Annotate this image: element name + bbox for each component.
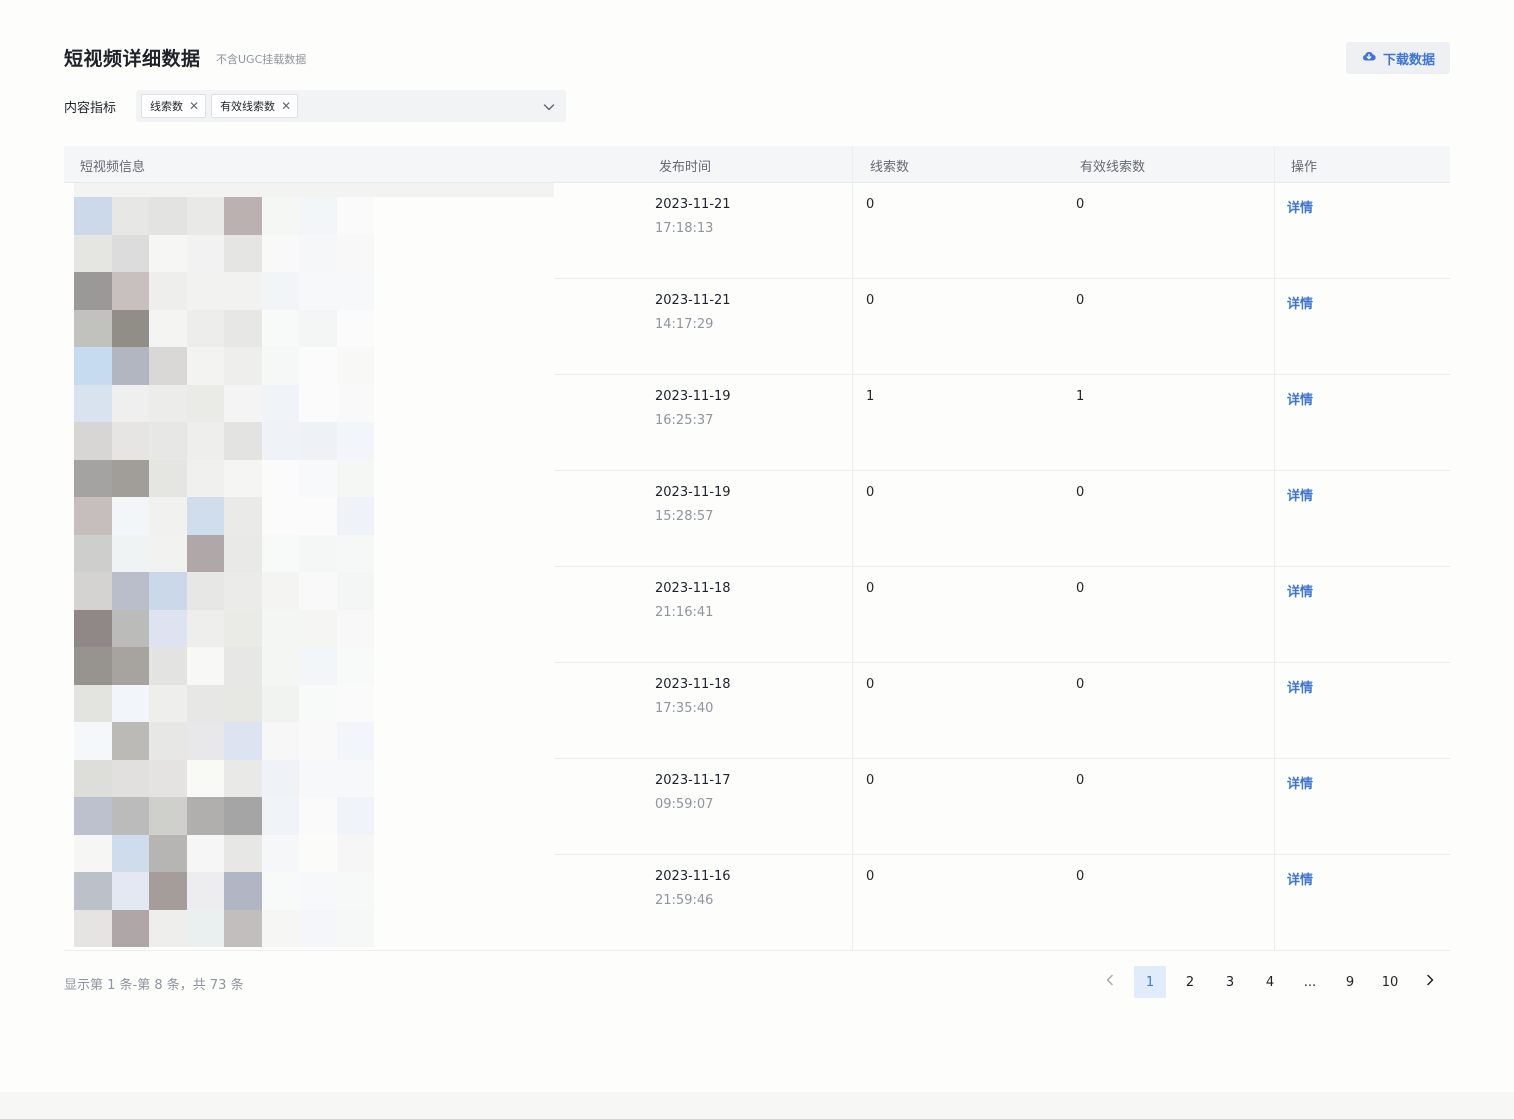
leads-count: 1 [866,389,875,404]
detail-link[interactable]: 详情 [1287,677,1313,696]
publish-date: 2023-11-16 [655,869,731,884]
detail-link[interactable]: 详情 [1287,389,1313,408]
metric-tag: 有效线索数 ✕ [211,94,299,118]
detail-link[interactable]: 详情 [1287,581,1313,600]
metric-tag-label: 有效线索数 [220,100,276,113]
next-page-button[interactable] [1414,966,1446,998]
leads-count: 0 [866,581,875,596]
table-row: 2023-11-21 14:17:29 0 0 详情 [64,279,1450,375]
table-header: 短视频信息 发布时间 线索数 有效线索数 操作 [64,146,1450,183]
publish-date: 2023-11-19 [655,389,731,404]
download-data-button[interactable]: 下载数据 [1346,42,1450,74]
pagination: 1 2 3 4 ... 9 10 [1094,966,1446,998]
table-row: 2023-11-17 09:59:07 0 0 详情 [64,759,1450,855]
valid-leads-count: 0 [1076,677,1085,692]
cloud-download-icon [1361,48,1377,68]
page-button[interactable]: 3 [1214,966,1246,998]
page-ellipsis[interactable]: ... [1294,966,1326,998]
chevron-left-icon [1103,973,1117,991]
page-button[interactable]: 10 [1374,966,1406,998]
page-subtitle: 不含UGC挂载数据 [216,53,307,66]
publish-time: 21:16:41 [655,605,714,620]
column-header-valid-leads: 有效线索数 [1080,160,1146,175]
metric-tag: 线索数 ✕ [141,94,207,118]
column-header-video-info: 短视频信息 [80,160,146,175]
valid-leads-count: 0 [1076,293,1085,308]
table-row: 2023-11-16 21:59:46 0 0 详情 [64,855,1450,951]
leads-count: 0 [866,869,875,884]
publish-date: 2023-11-17 [655,773,731,788]
leads-count: 0 [866,197,875,212]
table-row: 2023-11-19 16:25:37 1 1 详情 [64,375,1450,471]
pagination-summary: 显示第 1 条-第 8 条，共 73 条 [64,978,244,993]
valid-leads-count: 0 [1076,869,1085,884]
valid-leads-count: 1 [1076,389,1085,404]
publish-time: 09:59:07 [655,797,714,812]
table-body: 2023-11-21 17:18:13 0 0 详情 2023-11-21 14… [64,183,1450,951]
column-header-action: 操作 [1291,160,1318,175]
page-button[interactable]: 2 [1174,966,1206,998]
download-data-label: 下载数据 [1382,52,1435,68]
page-title: 短视频详细数据 [64,48,201,70]
publish-time: 15:28:57 [655,509,714,524]
publish-time: 21:59:46 [655,893,714,908]
publish-time: 14:17:29 [655,317,714,332]
close-icon[interactable]: ✕ [281,100,291,112]
detail-link[interactable]: 详情 [1287,293,1313,312]
publish-time: 17:35:40 [655,701,714,716]
video-data-table: 短视频信息 发布时间 线索数 有效线索数 操作 2023-11-21 17:18… [64,146,1450,951]
page-button[interactable]: 9 [1334,966,1366,998]
table-bottom-divider [64,950,1450,951]
publish-time: 17:18:13 [655,221,714,236]
leads-count: 0 [866,485,875,500]
leads-count: 0 [866,773,875,788]
publish-time: 16:25:37 [655,413,714,428]
publish-date: 2023-11-21 [655,293,731,308]
detail-link[interactable]: 详情 [1287,197,1313,216]
publish-date: 2023-11-19 [655,485,731,500]
table-row: 2023-11-21 17:18:13 0 0 详情 [64,183,1450,279]
column-header-publish-time: 发布时间 [659,160,712,175]
column-divider [852,146,853,183]
leads-count: 0 [866,677,875,692]
valid-leads-count: 0 [1076,197,1085,212]
publish-date: 2023-11-21 [655,197,731,212]
chevron-down-icon[interactable] [542,99,556,113]
prev-page-button[interactable] [1094,966,1126,998]
column-divider [1274,146,1275,183]
chevron-right-icon [1423,973,1437,991]
content-card: 短视频详细数据 不含UGC挂载数据 下载数据 内容指标 线索数 ✕ 有效线索数 … [0,0,1514,1092]
page-footer-band [0,1092,1514,1119]
metric-tag-label: 线索数 [150,100,183,113]
detail-link[interactable]: 详情 [1287,773,1313,792]
table-row: 2023-11-18 21:16:41 0 0 详情 [64,567,1450,663]
page-button[interactable]: 4 [1254,966,1286,998]
page-button[interactable]: 1 [1134,966,1166,998]
publish-date: 2023-11-18 [655,677,731,692]
valid-leads-count: 0 [1076,773,1085,788]
table-row: 2023-11-19 15:28:57 0 0 详情 [64,471,1450,567]
detail-link[interactable]: 详情 [1287,869,1313,888]
valid-leads-count: 0 [1076,485,1085,500]
leads-count: 0 [866,293,875,308]
valid-leads-count: 0 [1076,581,1085,596]
publish-date: 2023-11-18 [655,581,731,596]
close-icon[interactable]: ✕ [189,100,199,112]
detail-link[interactable]: 详情 [1287,485,1313,504]
table-row: 2023-11-18 17:35:40 0 0 详情 [64,663,1450,759]
filter-label: 内容指标 [64,101,117,116]
column-header-leads: 线索数 [870,160,910,175]
metric-select[interactable]: 线索数 ✕ 有效线索数 ✕ [136,90,566,122]
